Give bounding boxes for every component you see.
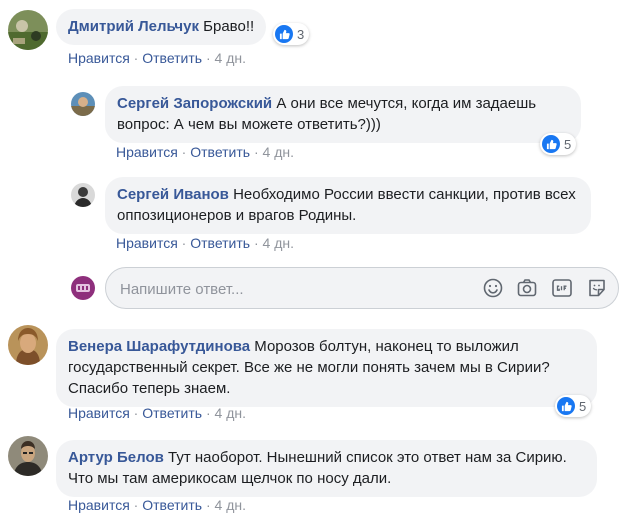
comment-actions: Нравится · Ответить · 4 дн. [116,144,294,160]
comment-author[interactable]: Сергей Иванов [117,186,229,203]
reaction-number: 5 [564,136,572,152]
avatar[interactable] [71,183,95,207]
gif-icon[interactable] [551,277,573,299]
separator: · [181,144,187,160]
reply-button[interactable]: Ответить [190,144,250,160]
like-button[interactable]: Нравится [68,497,130,513]
emoji-icon[interactable] [482,277,504,299]
reply-button[interactable]: Ответить [142,497,202,513]
like-button[interactable]: Нравится [116,144,178,160]
comment-author[interactable]: Венера Шарафутдинова [68,338,250,355]
comment-timestamp[interactable]: 4 дн. [215,50,246,66]
comment-author[interactable]: Сергей Запорожский [117,95,272,112]
comment-actions: Нравится · Ответить · 4 дн. [68,50,246,66]
avatar[interactable] [8,10,48,50]
like-icon [542,135,560,153]
reply-button[interactable]: Ответить [142,50,202,66]
reaction-number: 3 [297,26,305,42]
separator: · [133,50,139,66]
separator: · [205,405,211,421]
current-user-avatar [71,276,95,300]
comment-text: Браво!! [203,18,255,35]
comment-timestamp[interactable]: 4 дн. [215,497,246,513]
avatar[interactable] [8,436,48,476]
reply-button[interactable]: Ответить [142,405,202,421]
sticker-icon[interactable] [586,277,608,299]
separator: · [133,405,139,421]
separator: · [181,235,187,251]
separator: · [133,497,139,513]
reaction-count[interactable]: 3 [273,23,310,45]
separator: · [253,235,259,251]
like-button[interactable]: Нравится [68,50,130,66]
comment-timestamp[interactable]: 4 дн. [263,144,294,160]
separator: · [205,497,211,513]
comment-actions: Нравится · Ответить · 4 дн. [68,405,246,421]
separator: · [205,50,211,66]
avatar[interactable] [8,325,48,365]
camera-icon[interactable] [516,277,538,299]
reply-input[interactable] [118,268,462,310]
comment-bubble: Артур Белов Тут наоборот. Нынешний списо… [56,440,597,497]
comment-bubble: Сергей Запорожский А они все мечутся, ко… [105,86,581,143]
comment-bubble: Сергей Иванов Необходимо России ввести с… [105,177,591,234]
comment-timestamp[interactable]: 4 дн. [215,405,246,421]
comment-bubble: Дмитрий Лельчук Браво!! [56,9,267,45]
comment-author[interactable]: Дмитрий Лельчук [68,18,199,35]
reaction-number: 5 [579,398,587,414]
like-icon [275,25,293,43]
separator: · [253,144,259,160]
comment-bubble: Венера Шарафутдинова Морозов болтун, нак… [56,329,597,407]
comment-author[interactable]: Артур Белов [68,449,164,466]
comment-actions: Нравится · Ответить · 4 дн. [68,497,246,513]
avatar[interactable] [71,92,95,116]
comment-actions: Нравится · Ответить · 4 дн. [116,235,294,251]
comment-timestamp[interactable]: 4 дн. [263,235,294,251]
reply-composer [105,267,619,310]
reaction-count[interactable]: 5 [555,395,592,417]
reaction-count[interactable]: 5 [540,133,577,155]
like-icon [557,397,575,415]
reply-button[interactable]: Ответить [190,235,250,251]
like-button[interactable]: Нравится [68,405,130,421]
like-button[interactable]: Нравится [116,235,178,251]
